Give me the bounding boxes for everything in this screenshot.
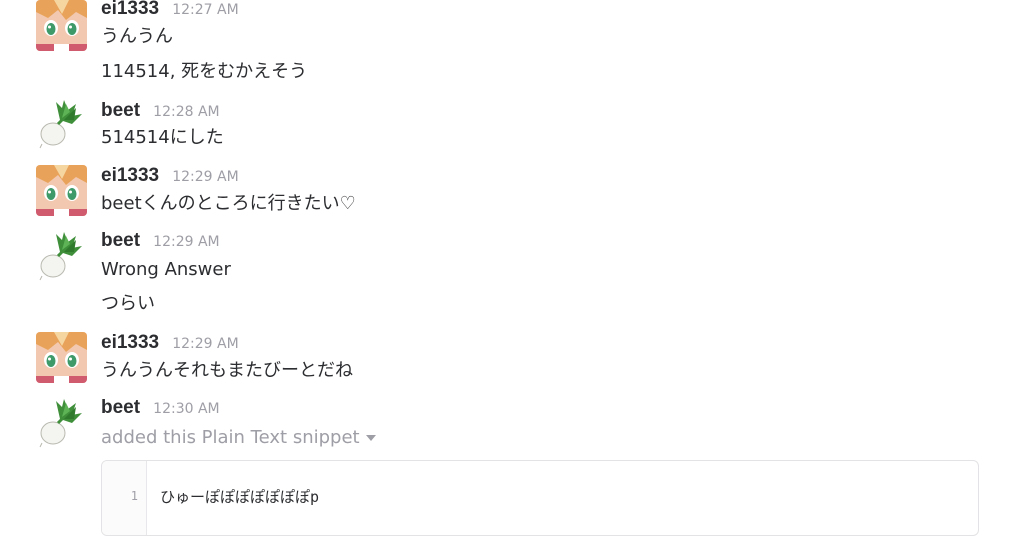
turnip-avatar-icon[interactable] xyxy=(36,230,87,281)
message-group: beet 12:28 AM 514514にした xyxy=(0,98,1024,158)
message-timestamp[interactable]: 12:30 AM xyxy=(153,401,219,417)
message-text: うんうんそれもまたびーとだね xyxy=(101,360,353,381)
message-text: beetくんのところに行きたい♡ xyxy=(101,193,356,214)
message-timestamp[interactable]: 12:29 AM xyxy=(172,336,238,352)
snippet-action-text[interactable]: added this Plain Text snippet xyxy=(101,426,376,450)
message-author[interactable]: beet xyxy=(101,397,140,418)
message-text: うんうん xyxy=(101,26,173,47)
message-group: beet 12:30 AM added this Plain Text snip… xyxy=(0,397,1024,457)
message-author[interactable]: ei1333 xyxy=(101,332,159,353)
code-snippet[interactable]: 1 ひゅーぽぽぽぽぽぽぽp xyxy=(101,460,979,536)
message-timestamp[interactable]: 12:28 AM xyxy=(153,104,219,120)
message-timestamp[interactable]: 12:27 AM xyxy=(172,2,238,18)
snippet-action-label: added this Plain Text snippet xyxy=(101,427,360,448)
message-author[interactable]: ei1333 xyxy=(101,165,159,186)
message-text: つらい xyxy=(101,293,155,314)
line-number-gutter: 1 xyxy=(102,461,147,535)
message-group: ei1333 12:27 AM うんうん 114514, 死をむかえそう xyxy=(0,0,1024,88)
message-author[interactable]: beet xyxy=(101,100,140,121)
turnip-avatar-icon[interactable] xyxy=(36,397,87,448)
anime-girl-avatar-icon[interactable] xyxy=(36,332,87,383)
message-text: Wrong Answer xyxy=(101,259,231,280)
snippet-content[interactable]: ひゅーぽぽぽぽぽぽぽp xyxy=(160,486,319,507)
message-timestamp[interactable]: 12:29 AM xyxy=(153,234,219,250)
caret-down-icon[interactable] xyxy=(365,435,376,441)
turnip-avatar-icon[interactable] xyxy=(36,98,87,149)
message-author[interactable]: beet xyxy=(101,230,140,251)
message-feed: ei1333 12:27 AM うんうん 114514, 死をむかえそう bee… xyxy=(0,0,1024,550)
message-group: ei1333 12:29 AM beetくんのところに行きたい♡ xyxy=(0,165,1024,225)
message-text: 114514, 死をむかえそう xyxy=(101,61,308,82)
message-text: 514514にした xyxy=(101,127,224,148)
message-author[interactable]: ei1333 xyxy=(101,0,159,19)
anime-girl-avatar-icon[interactable] xyxy=(36,165,87,216)
message-group: beet 12:29 AM Wrong Answer つらい xyxy=(0,230,1024,320)
anime-girl-avatar-icon[interactable] xyxy=(36,0,87,51)
line-number: 1 xyxy=(130,489,138,503)
message-timestamp[interactable]: 12:29 AM xyxy=(172,169,238,185)
message-group: ei1333 12:29 AM うんうんそれもまたびーとだね xyxy=(0,332,1024,392)
